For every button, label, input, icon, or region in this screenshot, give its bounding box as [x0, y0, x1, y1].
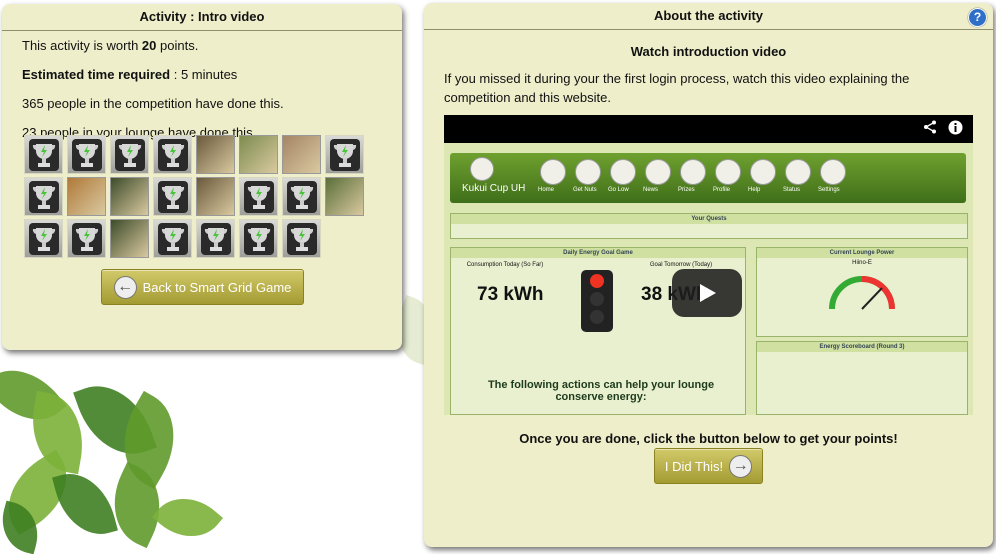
trophy-avatar-icon	[239, 219, 278, 258]
thumbnail-site-title: Kukui Cup UH	[462, 183, 526, 194]
thumbnail-nav-icon	[820, 159, 846, 185]
thumbnail-nav-label: Home	[538, 187, 555, 193]
power-gauge-icon	[829, 276, 895, 310]
user-photo-avatar	[110, 219, 149, 258]
estimated-time-text: Estimated time required : 5 minutes	[22, 67, 238, 82]
trophy-avatar-icon	[24, 177, 63, 216]
traffic-light-icon	[581, 270, 613, 332]
about-activity-panel: About the activity ? Watch introduction …	[424, 3, 993, 547]
trophy-avatar-icon	[67, 219, 106, 258]
trophy-avatar-icon	[282, 177, 321, 216]
user-photo-avatar	[325, 177, 364, 216]
thumbnail-nav-icon	[715, 159, 741, 185]
user-photo-avatar	[196, 135, 235, 174]
thumbnail-nav-label: News	[643, 187, 659, 193]
thumbnail-nav-icon	[785, 159, 811, 185]
back-button-label: Back to Smart Grid Game	[142, 279, 292, 295]
intro-video-player[interactable]: Kukui Cup UH Home Get Nuts Go Low News Prize…	[444, 115, 973, 415]
trophy-avatar-icon	[153, 135, 192, 174]
arrow-right-icon: →	[729, 454, 753, 478]
arrow-left-icon: ←	[113, 275, 137, 299]
thumbnail-quests: Your Quests	[450, 213, 968, 239]
thumbnail-power-panel: Current Lounge Power Hiino-E	[756, 247, 968, 337]
thumbnail-nav-icon	[750, 159, 776, 185]
thumbnail-nav-label: Help	[748, 187, 761, 193]
thumbnail-nav-label: Status	[783, 187, 801, 193]
play-button[interactable]	[672, 269, 742, 317]
about-panel-title: About the activity	[424, 3, 993, 30]
activity-panel: Activity : Intro video This activity is …	[2, 4, 402, 350]
back-to-smart-grid-button[interactable]: ← Back to Smart Grid Game	[101, 269, 304, 305]
thumbnail-nav-icon	[540, 159, 566, 185]
thumbnail-nav-icon	[610, 159, 636, 185]
trophy-avatar-icon	[325, 135, 364, 174]
thumbnail-scoreboard: Energy Scoreboard (Round 3)	[756, 341, 968, 415]
trophy-avatar-icon	[153, 177, 192, 216]
video-description: If you missed it during your the first l…	[444, 71, 910, 105]
thumbnail-nav-icon	[575, 159, 601, 185]
video-subtitle: Watch introduction video	[630, 44, 787, 59]
user-photo-avatar	[282, 135, 321, 174]
trophy-avatar-icon	[110, 135, 149, 174]
activity-panel-title: Activity : Intro video	[2, 4, 402, 31]
competition-count-text: 365 people in the competition have done …	[22, 96, 284, 111]
kukui-logo-icon	[470, 157, 494, 181]
thumbnail-nav-icon	[680, 159, 706, 185]
i-did-this-button[interactable]: I Did This! →	[654, 448, 763, 484]
thumbnail-nav-label: Get Nuts	[573, 187, 597, 193]
thumbnail-nav-label: Prizes	[678, 187, 695, 193]
trophy-avatar-icon	[282, 219, 321, 258]
thumbnail-nav-label: Settings	[818, 187, 840, 193]
done-instruction: Once you are done, click the button belo…	[519, 431, 898, 446]
share-icon[interactable]	[923, 120, 937, 137]
thumbnail-nav-label: Profile	[713, 187, 731, 193]
thumbnail-nav-icon	[645, 159, 671, 185]
thumbnail-nav-label: Go Low	[608, 187, 629, 193]
video-top-bar	[444, 115, 973, 143]
help-icon[interactable]: ?	[968, 8, 987, 27]
points-worth-text: This activity is worth 20 points.	[22, 38, 199, 53]
thumbnail-nav-bar: Kukui Cup UH Home Get Nuts Go Low News Prize…	[450, 153, 966, 203]
thumbnail-actions-text: The following actions can help your loun…	[487, 379, 715, 403]
trophy-avatar-icon	[153, 219, 192, 258]
user-photo-avatar	[110, 177, 149, 216]
user-photo-avatar	[239, 135, 278, 174]
info-icon[interactable]	[948, 120, 963, 138]
trophy-avatar-icon	[24, 135, 63, 174]
video-thumbnail: Kukui Cup UH Home Get Nuts Go Low News Prize…	[444, 143, 973, 415]
trophy-avatar-icon	[239, 177, 278, 216]
did-this-label: I Did This!	[664, 458, 724, 474]
trophy-avatar-icon	[24, 219, 63, 258]
trophy-avatar-icon	[196, 219, 235, 258]
thumbnail-consumption-value: 73 kWh	[477, 284, 544, 305]
user-photo-avatar	[67, 177, 106, 216]
user-photo-avatar	[196, 177, 235, 216]
trophy-avatar-icon	[67, 135, 106, 174]
